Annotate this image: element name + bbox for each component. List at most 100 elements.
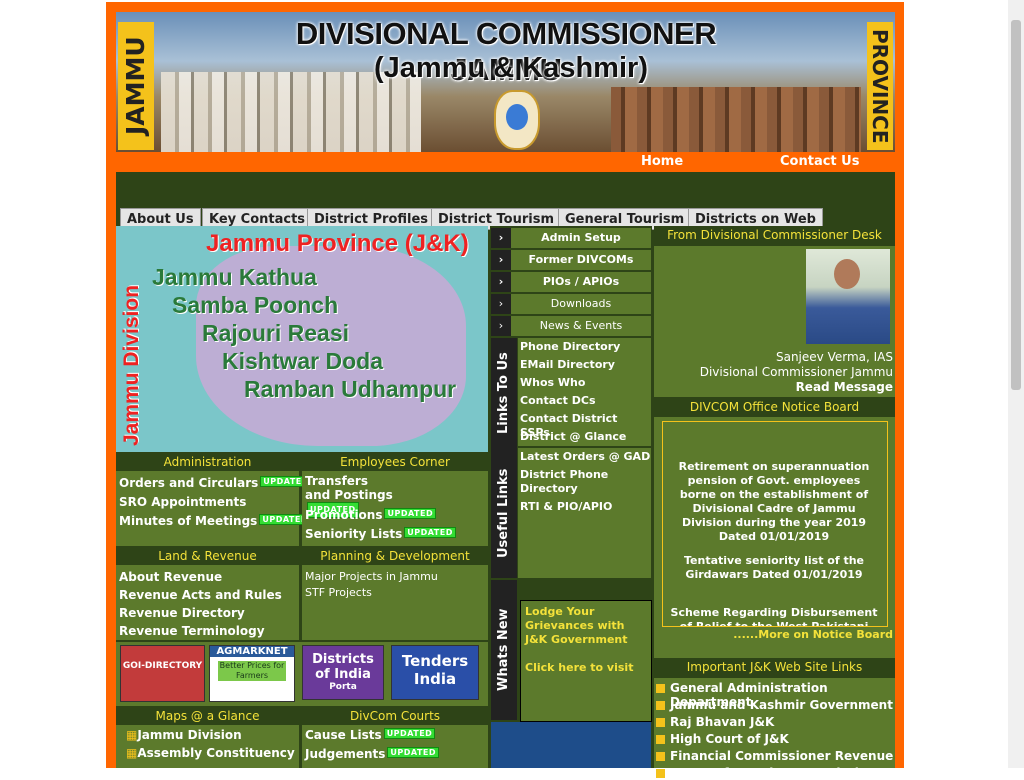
raj-bhavan-link[interactable]: Raj Bhavan J&K: [670, 715, 774, 729]
promotions-link[interactable]: Promotions UPDATED: [305, 508, 437, 522]
link-bullet-icon: [656, 735, 665, 744]
district-glance-link[interactable]: District @ Glance: [520, 430, 626, 444]
judgements-link[interactable]: Judgements UPDATED: [305, 747, 440, 761]
map-division-label: Jammu Division: [120, 284, 143, 446]
province-map[interactable]: Jammu Province (J&K) Jammu Division Jamm…: [116, 226, 488, 452]
pios-apios-button[interactable]: › PIOs / APIOs: [491, 272, 651, 293]
vertical-scrollbar[interactable]: [1008, 0, 1024, 768]
link-bullet-icon: [656, 718, 665, 727]
revenue-terminology-link[interactable]: Revenue Terminology: [119, 624, 265, 638]
page-wrapper: JAMMU PROVINCE DIVISIONAL COMMISSIONER J…: [106, 2, 904, 780]
mygov-banner[interactable]: [491, 722, 651, 768]
commissioner-designation: Divisional Commissioner Jammu: [699, 365, 893, 379]
former-divcoms-button[interactable]: › Former DIVCOMs: [491, 250, 651, 271]
rti-pio-link[interactable]: RTI & PIO/APIO: [520, 500, 612, 514]
map-title: Jammu Province (J&K): [206, 230, 469, 257]
updated-badge: UPDATED: [404, 527, 456, 538]
banner-subtitle: (Jammu & Kashmir): [374, 52, 648, 84]
chevron-right-icon: ›: [491, 272, 511, 292]
revenue-acts-link[interactable]: Revenue Acts and Rules: [119, 588, 282, 602]
minutes-meetings-link[interactable]: Minutes of Meetings UPDATED: [119, 514, 311, 528]
contact-dcs-link[interactable]: Contact DCs: [520, 394, 596, 408]
administration-title: Administration: [116, 454, 299, 471]
planning-title: Planning & Development: [302, 548, 488, 565]
right-column: From Divisional Commissioner Desk Sanjee…: [654, 226, 895, 780]
sro-appointments-link[interactable]: SRO Appointments: [119, 495, 246, 509]
partner-banners: GOI-DIRECTORY AGMARKNET Better Prices fo…: [116, 642, 488, 706]
latest-orders-link[interactable]: Latest Orders @ GAD: [520, 450, 650, 464]
home-link[interactable]: Home: [641, 154, 683, 169]
whos-who-link[interactable]: Whos Who: [520, 376, 585, 390]
link-bullet-icon: [656, 769, 665, 778]
map-district-line: Kishtwar Doda: [222, 348, 384, 374]
grievances-link[interactable]: Lodge Your Grievances with J&K Governmen…: [525, 605, 647, 647]
link-bullet-icon: [656, 684, 665, 693]
notice-board-title: DIVCOM Office Notice Board: [654, 398, 895, 417]
notice-item[interactable]: Scheme Regarding Disbursement of Relief …: [669, 606, 879, 626]
districts-of-india-banner[interactable]: Districts of India Porta: [302, 645, 384, 700]
phone-directory-link[interactable]: Phone Directory: [520, 340, 620, 354]
high-court-link[interactable]: High Court of J&K: [670, 732, 789, 746]
map-district-line: Samba Poonch: [172, 292, 339, 318]
chevron-right-icon: ›: [491, 316, 511, 336]
banner-right-label: PROVINCE: [867, 22, 893, 150]
downloads-button[interactable]: › Downloads: [491, 294, 651, 315]
map-district-line: Jammu Kathua: [152, 264, 317, 290]
important-links: General Administration Department Jammu …: [654, 678, 895, 780]
email-directory-link[interactable]: EMail Directory: [520, 358, 615, 372]
goi-directory-banner[interactable]: GOI-DIRECTORY: [120, 645, 205, 702]
news-events-button[interactable]: › News & Events: [491, 316, 651, 337]
assembly-constituency-link[interactable]: ▦Assembly Constituency: [126, 746, 295, 760]
updated-badge: UPDATED: [384, 508, 437, 519]
page-inner: JAMMU PROVINCE DIVISIONAL COMMISSIONER J…: [116, 12, 895, 780]
banner-left-label: JAMMU: [118, 22, 154, 150]
jk-government-link[interactable]: Jammu and Kashmir Government: [670, 698, 893, 712]
major-projects-link[interactable]: Major Projects in Jammu: [305, 570, 438, 583]
jammu-division-map-link[interactable]: ▦Jammu Division: [126, 728, 242, 742]
tab-bar: About Us Key Contacts District Profiles …: [116, 172, 895, 230]
read-message-link[interactable]: Read Message: [796, 380, 893, 394]
courts-title: DivCom Courts: [302, 708, 488, 725]
agmarknet-banner[interactable]: AGMARKNET Better Prices for Farmers: [209, 645, 295, 702]
chevron-right-icon: ›: [491, 294, 511, 314]
administration-box: Administration Orders and Circulars UPDAT…: [116, 454, 312, 546]
admin-setup-button[interactable]: › Admin Setup: [491, 228, 651, 249]
click-to-visit-link[interactable]: Click here to visit: [525, 661, 647, 675]
tenders-india-banner[interactable]: Tenders India: [391, 645, 479, 700]
more-notice-link[interactable]: ......More on Notice Board: [733, 628, 893, 641]
maps-box: Maps @ a Glance ▦Jammu Division ▦Assembl…: [116, 708, 299, 768]
commissioner-panel: Sanjeev Verma, IAS Divisional Commission…: [654, 246, 895, 397]
stf-projects-link[interactable]: STF Projects: [305, 586, 372, 599]
notice-item[interactable]: Tentative seniority list of the Girdawar…: [669, 554, 879, 582]
about-revenue-link[interactable]: About Revenue: [119, 570, 222, 584]
employees-box: Employees Corner Transfers and PostingsU…: [302, 454, 488, 546]
avatar: [806, 249, 890, 344]
link-bullet-icon: [656, 701, 665, 710]
updated-badge: UPDATED: [383, 728, 436, 739]
employees-title: Employees Corner: [302, 454, 488, 471]
district-phone-directory-link[interactable]: District Phone Directory: [520, 468, 640, 496]
whats-new-label: Whats New: [491, 580, 517, 720]
header-banner: JAMMU PROVINCE DIVISIONAL COMMISSIONER J…: [116, 12, 895, 152]
commissioner-name: Sanjeev Verma, IAS: [775, 350, 893, 364]
state-info-commission-link[interactable]: State Information Commission: [670, 766, 876, 780]
important-links-title: Important J&K Web Site Links: [654, 658, 895, 677]
notice-board: Retirement on superannuation pension of …: [654, 417, 895, 658]
notice-scroller[interactable]: Retirement on superannuation pension of …: [662, 421, 888, 627]
map-district-line: Ramban Udhampur: [244, 376, 457, 402]
updated-badge: UPDATED: [387, 747, 440, 758]
scrollbar-thumb[interactable]: [1011, 20, 1021, 390]
revenue-directory-link[interactable]: Revenue Directory: [119, 606, 245, 620]
orders-circulars-link[interactable]: Orders and Circulars UPDATED: [119, 476, 312, 490]
useful-links-label: Useful Links: [491, 448, 517, 578]
seniority-lists-link[interactable]: Seniority Lists UPDATED: [305, 527, 456, 541]
maps-title: Maps @ a Glance: [116, 708, 299, 725]
chevron-right-icon: ›: [491, 250, 511, 270]
state-emblem-icon: [494, 90, 540, 150]
cause-lists-link[interactable]: Cause Lists UPDATED: [305, 728, 436, 742]
chevron-right-icon: ›: [491, 228, 511, 248]
notice-item[interactable]: Retirement on superannuation pension of …: [669, 460, 879, 544]
financial-commissioner-link[interactable]: Financial Commissioner Revenue: [670, 749, 893, 763]
links-to-us-label: Links To Us: [491, 338, 517, 448]
contact-link[interactable]: Contact Us: [780, 154, 859, 169]
